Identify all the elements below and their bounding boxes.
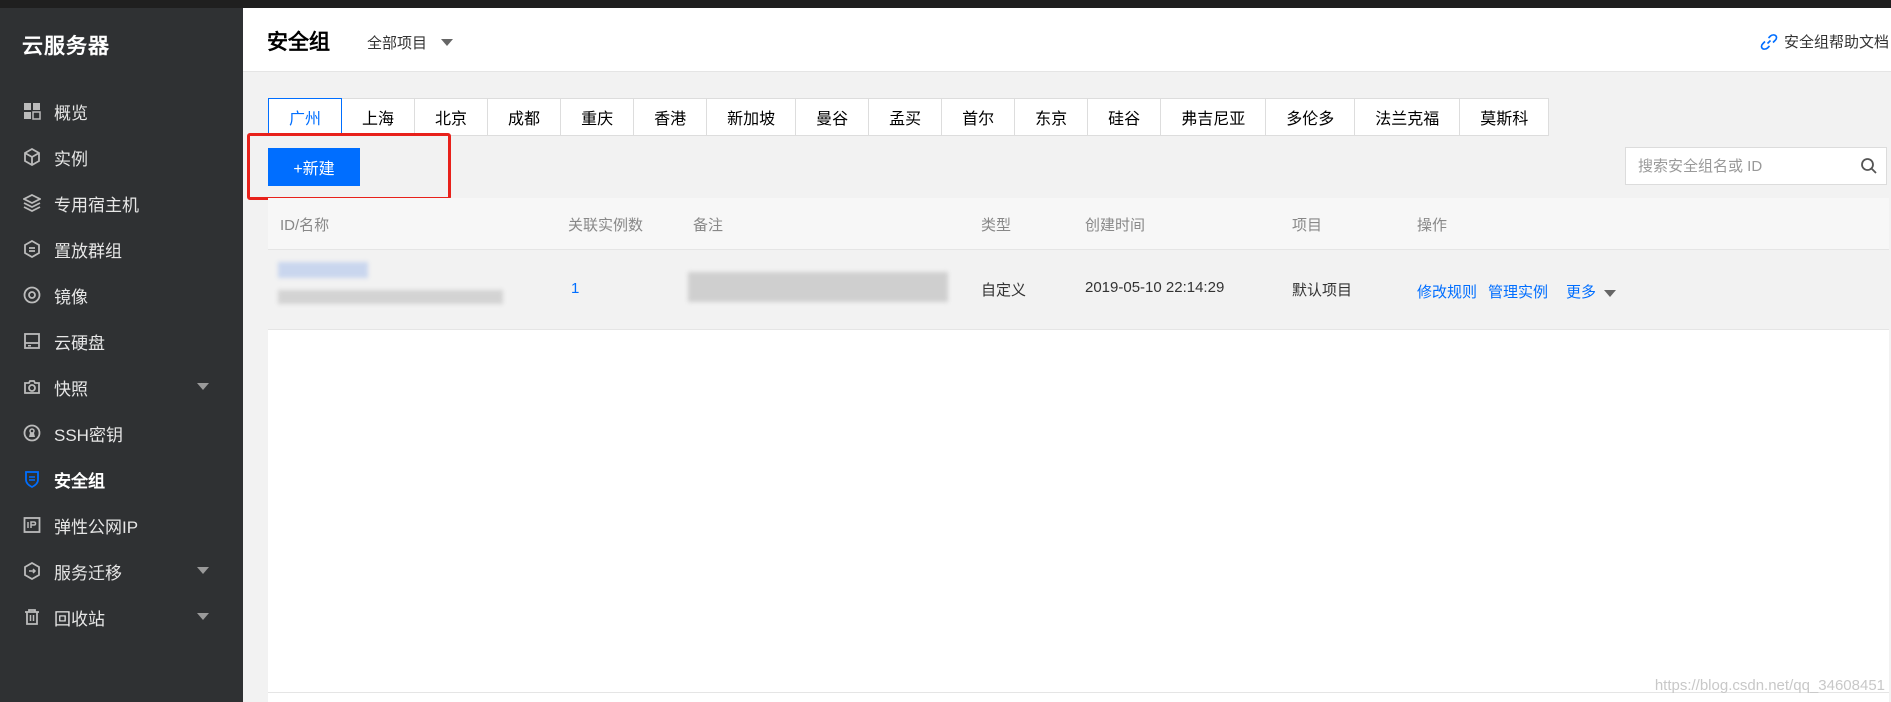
trash-icon: [22, 607, 42, 627]
project-select[interactable]: 全部项目: [367, 32, 454, 53]
chevron-down-icon: [197, 567, 209, 574]
sidebar-item-overview[interactable]: 概览: [0, 88, 243, 134]
sidebar-item-label: 快照: [54, 379, 88, 399]
sidebar-item-security-group[interactable]: 安全组: [0, 456, 243, 502]
column-header-project: 项目: [1292, 217, 1323, 234]
tab-region-beijing[interactable]: 北京: [415, 98, 489, 136]
redacted-name: [278, 290, 503, 304]
chevron-down-icon: [1604, 289, 1617, 297]
tab-region-hongkong[interactable]: 香港: [634, 98, 708, 136]
sidebar-item-instance[interactable]: 实例: [0, 134, 243, 180]
tab-region-moscow[interactable]: 莫斯科: [1460, 98, 1550, 136]
table-row: 1 自定义 2019-05-10 22:14:29 默认项目 修改规则 管理实例…: [268, 250, 1889, 330]
sidebar-item-image[interactable]: 镜像: [0, 272, 243, 318]
region-tabs: 广州 上海 北京 成都 重庆 香港 新加坡 曼谷 孟买 首尔 东京 硅谷 弗吉尼…: [268, 98, 1550, 136]
sidebar-item-elastic-ip[interactable]: 弹性公网IP: [0, 502, 243, 548]
redacted-id[interactable]: [278, 262, 368, 278]
top-bar: [0, 0, 1891, 8]
disk-icon: [22, 331, 42, 351]
sidebar-item-label: 概览: [54, 103, 88, 123]
sidebar-item-snapshot[interactable]: 快照: [0, 364, 243, 410]
project-select-value: 全部项目: [367, 35, 428, 52]
sidebar-item-label: 云硬盘: [54, 333, 105, 353]
tab-region-mumbai[interactable]: 孟买: [869, 98, 943, 136]
tab-region-silicon-valley[interactable]: 硅谷: [1088, 98, 1162, 136]
camera-icon: [22, 377, 42, 397]
shield-icon: [22, 469, 42, 489]
table-footer: [268, 692, 1889, 702]
link-icon: [1760, 33, 1778, 50]
sidebar-item-ssh-key[interactable]: SSH密钥: [0, 410, 243, 456]
tab-region-bangkok[interactable]: 曼谷: [796, 98, 870, 136]
sidebar-item-label: 安全组: [54, 471, 105, 491]
host-icon: [22, 193, 42, 213]
main-content: 安全组 全部项目 安全组帮助文档 广州 上海 北京 成都 重庆 香港 新加坡 曼…: [243, 8, 1891, 702]
ip-icon: [22, 515, 42, 535]
image-icon: [22, 285, 42, 305]
search-box: [1625, 147, 1887, 185]
tab-region-frankfurt[interactable]: 法兰克福: [1355, 98, 1461, 136]
tab-region-chengdu[interactable]: 成都: [488, 98, 562, 136]
redacted-remark: [688, 272, 948, 302]
column-header-remark: 备注: [693, 217, 724, 234]
project-cell: 默认项目: [1292, 282, 1353, 299]
help-link-label: 安全组帮助文档: [1783, 34, 1889, 51]
tab-region-seoul[interactable]: 首尔: [942, 98, 1016, 136]
column-header-type: 类型: [981, 217, 1012, 234]
sidebar-item-dedicated-host[interactable]: 专用宿主机: [0, 180, 243, 226]
more-actions-label: 更多: [1566, 284, 1597, 301]
column-header-created-time: 创建时间: [1085, 217, 1146, 234]
column-header-id-name: ID/名称: [280, 217, 330, 234]
sidebar-item-label: 实例: [54, 149, 88, 169]
type-cell: 自定义: [981, 282, 1027, 299]
new-security-group-button[interactable]: +新建: [268, 148, 360, 186]
page-header: 安全组 全部项目 安全组帮助文档: [243, 8, 1891, 72]
sidebar-item-label: 回收站: [54, 609, 105, 629]
instance-icon: [22, 147, 42, 167]
sidebar: 云服务器 概览 实例 专用宿主机 置放群组 镜像 云硬盘 快照 SSH密钥 安全…: [0, 8, 243, 702]
sidebar-item-cloud-disk[interactable]: 云硬盘: [0, 318, 243, 364]
column-header-linked-instances: 关联实例数: [568, 217, 644, 234]
created-time-cell: 2019-05-10 22:14:29: [1085, 279, 1225, 296]
overview-icon: [22, 101, 42, 121]
chevron-down-icon: [197, 383, 209, 390]
column-header-actions: 操作: [1417, 217, 1448, 234]
tab-region-singapore[interactable]: 新加坡: [707, 98, 797, 136]
placement-icon: [22, 239, 42, 259]
key-icon: [22, 423, 42, 443]
manage-instances-link[interactable]: 管理实例: [1488, 281, 1548, 302]
sidebar-item-service-migration[interactable]: 服务迁移: [0, 548, 243, 594]
more-actions-dropdown[interactable]: 更多: [1566, 281, 1617, 302]
sidebar-item-recycle-bin[interactable]: 回收站: [0, 594, 243, 640]
tab-region-tokyo[interactable]: 东京: [1015, 98, 1089, 136]
sidebar-item-label: 弹性公网IP: [54, 517, 139, 537]
security-group-table: ID/名称 关联实例数 备注 类型 创建时间 项目 操作 1 自定义 2019-…: [268, 198, 1889, 702]
tab-region-toronto[interactable]: 多伦多: [1266, 98, 1356, 136]
sidebar-item-label: 专用宿主机: [54, 195, 139, 215]
sidebar-item-label: 置放群组: [54, 241, 122, 261]
search-input[interactable]: [1626, 148, 1852, 184]
search-icon[interactable]: [1852, 157, 1886, 175]
tab-region-shanghai[interactable]: 上海: [342, 98, 416, 136]
sidebar-item-label: 服务迁移: [54, 563, 122, 583]
app-brand: 云服务器: [22, 35, 110, 58]
sidebar-nav: 概览 实例 专用宿主机 置放群组 镜像 云硬盘 快照 SSH密钥 安全组 弹性公…: [0, 88, 243, 640]
tab-region-guangzhou[interactable]: 广州: [268, 98, 343, 136]
help-doc-link[interactable]: 安全组帮助文档: [1760, 31, 1889, 52]
migrate-icon: [22, 561, 42, 581]
watermark: https://blog.csdn.net/qq_34608451: [1654, 677, 1885, 694]
sidebar-item-label: 镜像: [54, 287, 88, 307]
chevron-down-icon: [441, 39, 454, 46]
table-header: ID/名称 关联实例数 备注 类型 创建时间 项目 操作: [268, 198, 1889, 250]
sidebar-item-placement-group[interactable]: 置放群组: [0, 226, 243, 272]
tab-region-virginia[interactable]: 弗吉尼亚: [1161, 98, 1267, 136]
edit-rules-link[interactable]: 修改规则: [1417, 281, 1477, 302]
sidebar-item-label: SSH密钥: [54, 425, 123, 445]
page-title: 安全组: [267, 31, 330, 54]
linked-instance-count[interactable]: 1: [571, 280, 579, 297]
chevron-down-icon: [197, 613, 209, 620]
tab-region-chongqing[interactable]: 重庆: [561, 98, 635, 136]
